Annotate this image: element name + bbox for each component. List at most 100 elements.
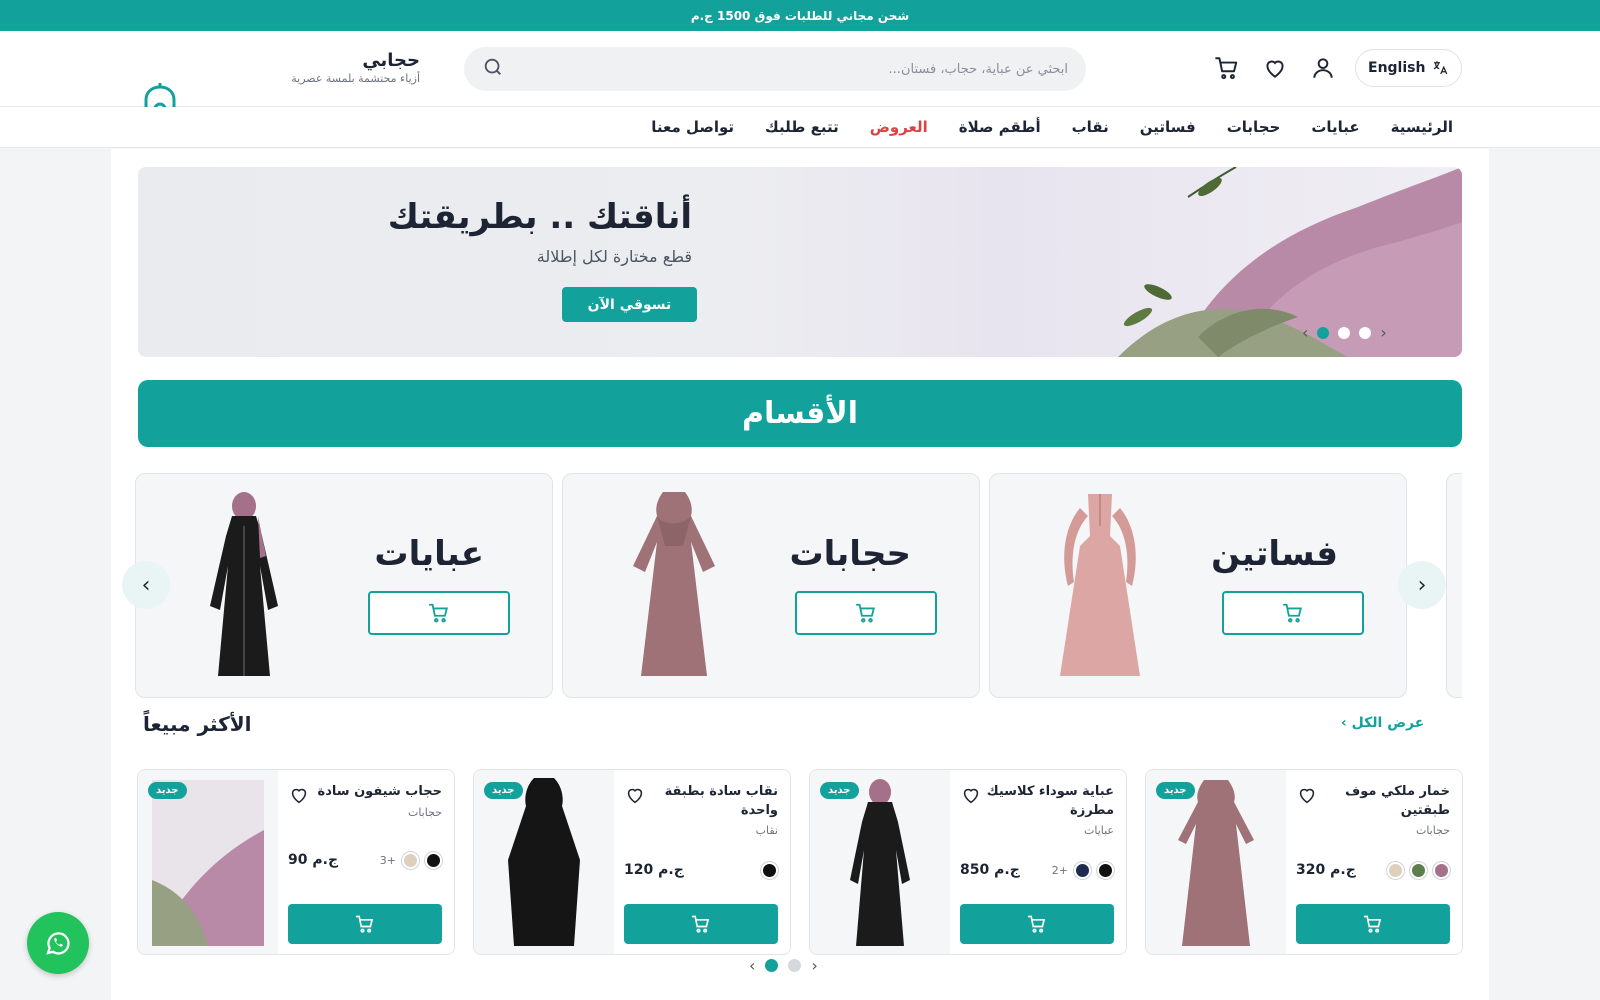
new-badge: جديد <box>148 782 187 799</box>
main-nav: الرئيسية عبايات حجابات فساتين نقاب أطقم … <box>0 107 1600 148</box>
product-price: 90 ج.م <box>288 852 339 868</box>
hero-text: أناقتك .. بطريقتك قطع مختارة لكل إطلالة <box>388 197 692 266</box>
hero-dot-2[interactable] <box>1338 326 1351 339</box>
product-name[interactable]: عباية سوداء كلاسيك مطرزة <box>974 782 1114 820</box>
account-user-icon[interactable] <box>1307 52 1339 84</box>
hero-fabric-image <box>1118 167 1462 357</box>
cart-icon <box>855 603 875 623</box>
language-switch-button[interactable]: English <box>1355 49 1463 87</box>
nav-item-niqab[interactable]: نقاب <box>1072 118 1109 136</box>
product-name[interactable]: حجاب شيفون سادة <box>302 782 442 801</box>
site-header: English حجابي أزياء محتشمة بلمسة عصرية <box>0 31 1600 119</box>
categories-heading: الأقسام <box>138 380 1462 447</box>
color-swatch[interactable] <box>1097 862 1114 879</box>
color-swatch[interactable] <box>1074 862 1091 879</box>
nav-item-dresses[interactable]: فساتين <box>1140 118 1196 136</box>
product-card[interactable]: جديد خمار ملكي موف طبقتين حجابات 320 ج.م <box>1145 769 1463 955</box>
more-colors-count[interactable]: +2 <box>1052 864 1068 877</box>
cart-icon[interactable] <box>1211 52 1243 84</box>
products-next-chevron-icon[interactable]: › <box>811 956 817 975</box>
nav-item-contact[interactable]: تواصل معنا <box>651 118 734 136</box>
categories-next-chevron-icon[interactable]: › <box>1398 561 1446 609</box>
nav-item-prayer-sets[interactable]: أطقم صلاة <box>959 118 1041 136</box>
brand-name: حجابي <box>362 50 420 71</box>
product-card[interactable]: جديد عباية سوداء كلاسيك مطرزة عبايات +2 … <box>809 769 1127 955</box>
whatsapp-icon[interactable] <box>27 912 89 974</box>
search-input[interactable] <box>504 61 1068 77</box>
hero-prev-chevron-icon[interactable]: ‹ <box>1302 323 1308 342</box>
view-all-label: عرض الكل <box>1351 715 1425 731</box>
color-swatch[interactable] <box>425 852 442 869</box>
add-to-cart-button[interactable] <box>1296 904 1450 944</box>
category-title: عبايات <box>374 534 484 574</box>
product-price: 120 ج.م <box>624 862 684 878</box>
bestsellers-heading: الأكثر مبيعاً <box>143 712 252 736</box>
hero-subtitle: قطع مختارة لكل إطلالة <box>536 247 692 266</box>
color-swatches <box>761 862 778 879</box>
product-price: 320 ج.م <box>1296 862 1356 878</box>
hero-dot-1[interactable] <box>1317 326 1330 339</box>
color-swatch[interactable] <box>402 852 419 869</box>
new-badge: جديد <box>1156 782 1195 799</box>
announcement-bar: شحن مجاني للطلبات فوق 1500 ج.م <box>0 0 1600 31</box>
color-swatch[interactable] <box>761 862 778 879</box>
category-cart-button[interactable] <box>795 591 937 635</box>
hero-dot-3[interactable] <box>1359 326 1372 339</box>
product-price: 850 ج.م <box>960 862 1020 878</box>
product-card[interactable]: جديد نقاب سادة بطبقة واحدة نقاب 120 ج.م <box>473 769 791 955</box>
color-swatch[interactable] <box>1433 862 1450 879</box>
nav-item-abayas[interactable]: عبايات <box>1311 118 1359 136</box>
cart-icon <box>1363 915 1382 933</box>
product-name[interactable]: خمار ملكي موف طبقتين <box>1310 782 1450 820</box>
translate-icon <box>1434 61 1448 75</box>
category-card-hijabs[interactable]: حجابات <box>562 473 980 698</box>
category-cart-button[interactable] <box>1222 591 1364 635</box>
hero-banner: أناقتك .. بطريقتك قطع مختارة لكل إطلالة … <box>138 167 1462 357</box>
add-to-cart-button[interactable] <box>288 904 442 944</box>
category-title: فساتين <box>1211 534 1338 574</box>
brand[interactable]: حجابي أزياء محتشمة بلمسة عصرية <box>195 50 420 86</box>
dress-image <box>1060 494 1140 676</box>
cart-icon <box>691 915 710 933</box>
color-swatch[interactable] <box>1410 862 1427 879</box>
nav-item-track-order[interactable]: تتبع طلبك <box>765 118 839 136</box>
add-to-cart-button[interactable] <box>960 904 1114 944</box>
categories-prev-chevron-icon[interactable]: ‹ <box>122 561 170 609</box>
color-swatches: +3 <box>380 852 442 869</box>
category-title: حجابات <box>789 534 911 574</box>
search-bar <box>464 47 1086 91</box>
chevron-left-icon: ‹ <box>1341 715 1352 731</box>
products-prev-chevron-icon[interactable]: ‹ <box>749 956 755 975</box>
language-label: English <box>1368 60 1426 76</box>
product-card[interactable]: جديد حجاب شيفون سادة حجابات +3 90 ج.م <box>137 769 455 955</box>
add-to-cart-button[interactable] <box>624 904 778 944</box>
product-category: عبايات <box>1083 824 1114 837</box>
search-icon[interactable] <box>482 56 504 82</box>
more-colors-count[interactable]: +3 <box>380 854 396 867</box>
nav-item-offers[interactable]: العروض <box>870 118 928 136</box>
category-card-abayas[interactable]: عبايات <box>135 473 553 698</box>
category-card-peek <box>1446 473 1462 698</box>
color-swatches: +2 <box>1052 862 1114 879</box>
category-card-dresses[interactable]: فساتين <box>989 473 1407 698</box>
cart-icon <box>355 915 374 933</box>
nav-item-home[interactable]: الرئيسية <box>1391 118 1453 136</box>
view-all-link[interactable]: ‹ عرض الكل <box>1341 715 1424 731</box>
product-name[interactable]: نقاب سادة بطبقة واحدة <box>638 782 778 820</box>
heart-icon[interactable] <box>288 784 310 810</box>
category-cart-button[interactable] <box>368 591 510 635</box>
heart-icon[interactable] <box>1296 784 1318 810</box>
brand-tagline: أزياء محتشمة بلمسة عصرية <box>291 72 420 85</box>
hero-next-chevron-icon[interactable]: › <box>1380 323 1386 342</box>
heart-icon[interactable] <box>960 784 982 810</box>
heart-icon[interactable] <box>624 784 646 810</box>
wishlist-heart-icon[interactable] <box>1259 52 1291 84</box>
shop-now-button[interactable]: تسوقي الآن <box>562 287 697 322</box>
hijab-image <box>633 492 715 676</box>
products-dot-1[interactable] <box>765 959 779 972</box>
nav-item-hijabs[interactable]: حجابات <box>1227 118 1281 136</box>
header-actions: English <box>1211 49 1463 87</box>
abaya-image <box>210 492 278 676</box>
color-swatch[interactable] <box>1387 862 1404 879</box>
products-dot-2[interactable] <box>788 959 802 972</box>
